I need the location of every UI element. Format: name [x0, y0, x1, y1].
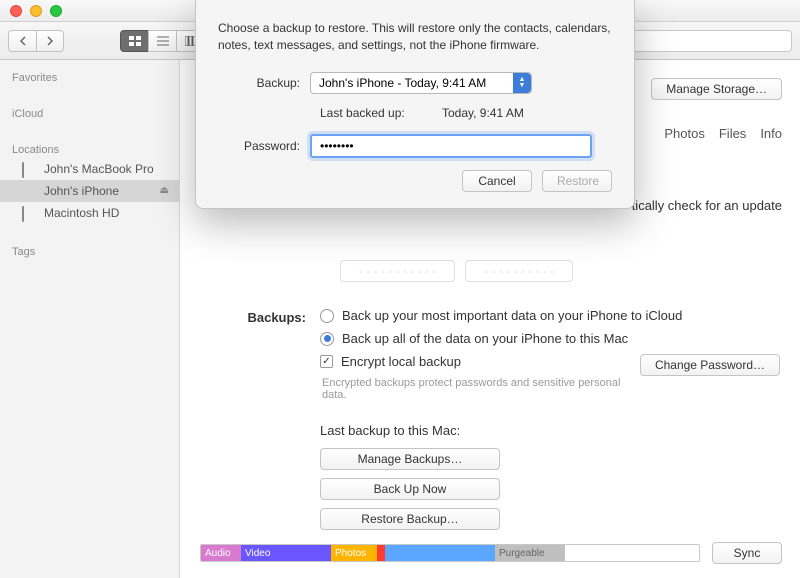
restore-iphone-button-ghost: - - - - - - - - - - [465, 260, 573, 282]
backup-icloud-radio[interactable]: Back up your most important data on your… [320, 308, 780, 323]
manage-storage-button[interactable]: Manage Storage… [651, 78, 782, 100]
encrypt-checkbox[interactable]: ✓ Encrypt local backup [320, 354, 640, 369]
encrypt-note: Encrypted backups protect passwords and … [322, 377, 640, 401]
eject-icon[interactable]: ⏏ [160, 185, 169, 196]
backups-label: Backups: [200, 308, 320, 530]
sync-button[interactable]: Sync [712, 542, 782, 564]
tab-info[interactable]: Info [760, 126, 782, 141]
checkbox-icon: ✓ [320, 355, 333, 368]
forward-button[interactable] [36, 30, 64, 52]
password-input[interactable] [310, 134, 592, 158]
restore-button[interactable]: Restore [542, 170, 612, 192]
sidebar-item-macintosh-hd[interactable]: Macintosh HD [0, 202, 179, 224]
radio-icon [320, 309, 334, 323]
sidebar-item-label: John's MacBook Pro [44, 162, 154, 176]
update-check-text: tically check for an update [632, 198, 782, 213]
sidebar-item-label: Macintosh HD [44, 206, 119, 220]
close-window-button[interactable] [10, 5, 22, 17]
storage-seg-audio: Audio [201, 545, 241, 561]
view-icon-button[interactable] [120, 30, 148, 52]
sheet-description: Choose a backup to restore. This will re… [218, 20, 612, 54]
back-button[interactable] [8, 30, 36, 52]
hdd-icon [22, 207, 38, 219]
storage-seg-purgeable: Purgeable [495, 545, 565, 561]
checkbox-label: Encrypt local backup [341, 354, 461, 369]
iphone-icon [22, 185, 38, 197]
select-arrows-icon: ▲▼ [513, 73, 531, 93]
storage-seg-apps [385, 545, 495, 561]
change-password-button[interactable]: Change Password… [640, 354, 780, 376]
cancel-button[interactable]: Cancel [462, 170, 532, 192]
last-backup-header: Last backup to this Mac: [320, 423, 780, 438]
storage-seg-other [377, 545, 385, 561]
storage-seg-free [565, 545, 699, 561]
back-up-now-button[interactable]: Back Up Now [320, 478, 500, 500]
password-field-label: Password: [218, 139, 310, 153]
radio-label: Back up all of the data on your iPhone t… [342, 331, 628, 346]
radio-label: Back up your most important data on your… [342, 308, 682, 323]
storage-seg-video: Video [241, 545, 331, 561]
radio-icon [320, 332, 334, 346]
restore-backup-button[interactable]: Restore Backup… [320, 508, 500, 530]
storage-bar: Audio Video Photos Purgeable [200, 544, 700, 562]
sidebar-section-locations: Locations [0, 138, 179, 158]
sidebar-section-icloud: iCloud [0, 102, 179, 122]
sidebar-section-favorites: Favorites [0, 66, 179, 86]
fullscreen-window-button[interactable] [50, 5, 62, 17]
tabs: Photos Files Info [664, 126, 782, 141]
backups-section: Backups: Back up your most important dat… [200, 308, 780, 530]
nav-buttons [8, 30, 64, 52]
minimize-window-button[interactable] [30, 5, 42, 17]
restore-backup-sheet: Choose a backup to restore. This will re… [195, 0, 635, 209]
tab-files[interactable]: Files [719, 126, 746, 141]
sidebar-item-label: John's iPhone [44, 184, 119, 198]
storage-row: Audio Video Photos Purgeable Sync [200, 542, 782, 564]
traffic-lights [10, 5, 62, 17]
sidebar: Favorites iCloud Locations John's MacBoo… [0, 60, 180, 578]
tab-photos[interactable]: Photos [664, 126, 704, 141]
view-list-button[interactable] [148, 30, 176, 52]
sidebar-item-macbook[interactable]: John's MacBook Pro [0, 158, 179, 180]
check-update-button-ghost: - - - - - - - - - - - [340, 260, 455, 282]
backup-select[interactable]: John's iPhone - Today, 9:41 AM ▲▼ [310, 72, 532, 94]
sidebar-section-tags: Tags [0, 240, 179, 260]
last-backed-label: Last backed up: [320, 106, 442, 120]
sidebar-item-iphone[interactable]: John's iPhone ⏏ [0, 180, 179, 202]
backup-select-value: John's iPhone - Today, 9:41 AM [319, 76, 486, 90]
backup-mac-radio[interactable]: Back up all of the data on your iPhone t… [320, 331, 780, 346]
laptop-icon [22, 163, 38, 175]
storage-seg-photos: Photos [331, 545, 377, 561]
last-backed-value: Today, 9:41 AM [442, 106, 524, 120]
manage-backups-button[interactable]: Manage Backups… [320, 448, 500, 470]
backup-field-label: Backup: [218, 76, 310, 90]
